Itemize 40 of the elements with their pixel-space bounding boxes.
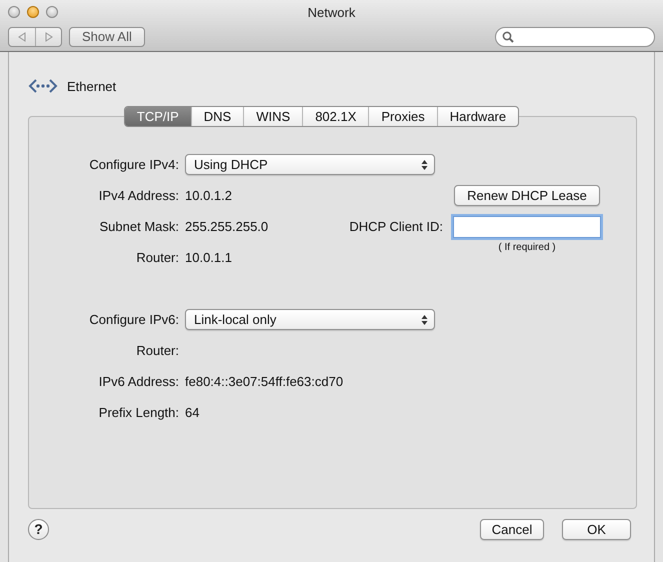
- service-name: Ethernet: [67, 78, 116, 94]
- search-icon: [502, 30, 514, 42]
- field-label: Prefix Length:: [98, 405, 179, 420]
- tab[interactable]: DNS: [190, 107, 244, 126]
- right-triangle-icon: [44, 32, 52, 42]
- field-label: Configure IPv4:: [89, 157, 179, 172]
- field-label: IPv6 Address:: [98, 374, 179, 389]
- window-title: Network: [308, 4, 356, 20]
- show-all-button[interactable]: Show All: [69, 26, 145, 46]
- cancel-button[interactable]: Cancel: [480, 518, 544, 540]
- minimize-button[interactable]: [27, 6, 39, 18]
- field-value: fe80:4::3e07:54ff:fe63:cd70: [185, 374, 344, 389]
- ethernet-icon: [28, 78, 58, 94]
- field-label: Subnet Mask:: [100, 219, 179, 234]
- field-label: Router:: [136, 250, 179, 265]
- close-button[interactable]: [8, 6, 20, 18]
- tab[interactable]: Proxies: [368, 107, 437, 126]
- hint-text: ( If required ): [497, 242, 557, 253]
- left-triangle-icon: [18, 32, 26, 42]
- field-label: Router:: [136, 343, 179, 358]
- ok-button[interactable]: OK: [562, 518, 631, 540]
- field-label: DHCP Client ID:: [349, 219, 443, 234]
- popup-menu[interactable]: Using DHCP: [185, 154, 435, 175]
- tab[interactable]: 802.1X: [302, 107, 368, 126]
- field-value: 10.0.1.2: [185, 188, 233, 203]
- tab[interactable]: TCP/IP: [124, 107, 191, 126]
- tab[interactable]: WINS: [243, 107, 302, 126]
- stepper-icon: [421, 158, 428, 170]
- field-label: IPv4 Address:: [98, 188, 179, 203]
- field-value: 64: [185, 405, 200, 420]
- search-field[interactable]: [495, 26, 655, 46]
- renew-button[interactable]: Renew DHCP Lease: [454, 185, 600, 206]
- field-value: 255.255.255.0: [185, 219, 270, 234]
- zoom-button[interactable]: [46, 6, 58, 18]
- help-button[interactable]: ?: [28, 518, 49, 540]
- stepper-icon: [421, 314, 428, 326]
- field-value: 10.0.1.1: [185, 250, 233, 265]
- field-label: Configure IPv6:: [89, 312, 179, 327]
- client-id-field[interactable]: [453, 216, 601, 238]
- popup-menu[interactable]: Link-local only: [185, 309, 435, 330]
